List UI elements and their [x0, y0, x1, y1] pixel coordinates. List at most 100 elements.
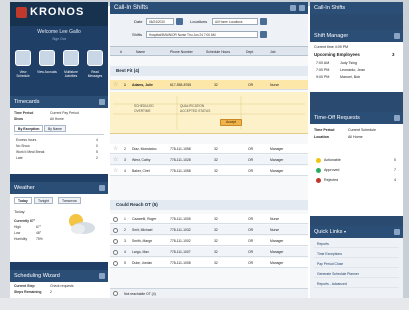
time-period-label: Time Period — [314, 128, 335, 132]
table-row[interactable]: ☆ 4 Baker, Chet 778-111-1058 32 OR Manag… — [110, 166, 308, 176]
show-value[interactable]: All Home — [50, 117, 64, 121]
column-header[interactable]: Job — [270, 50, 275, 54]
quick-links-panel: Reports Time Exceptions Pay Period Close… — [310, 238, 403, 298]
column-header[interactable]: Dept — [246, 50, 253, 54]
list-item-value: 2 — [96, 156, 98, 160]
date-field[interactable]: 06/24/2010 — [146, 18, 174, 25]
employee-name[interactable]: Manuel, Bob — [340, 75, 360, 79]
shift-manager-title: Shift Manager — [314, 33, 349, 39]
quick-link[interactable]: Reports - Advanced — [314, 281, 399, 288]
quick-link[interactable]: Generate Schedule Planner — [314, 271, 399, 278]
tab-by-name[interactable]: By Name — [44, 125, 66, 132]
approved-status-icon — [316, 168, 321, 173]
table-row[interactable]: ☆ 1 Adams, Julie 617-555-8765 32 OR Nurs… — [110, 80, 308, 90]
employee-name[interactable]: Leonardo, Jean — [340, 68, 365, 72]
table-row[interactable]: 3 Smith, Marge 778-111-1002 32 OR Manage… — [110, 236, 308, 246]
panel-options-icon[interactable] — [99, 185, 105, 191]
view-schedule-button[interactable]: View Schedule — [13, 50, 33, 88]
panel-options-icon[interactable] — [394, 115, 400, 121]
time-period-value[interactable]: Current Schedule — [348, 128, 376, 132]
quick-link[interactable]: Reports — [314, 241, 399, 248]
actionable-label[interactable]: Actionable — [324, 158, 341, 162]
table-row[interactable]: ☆ 2 Diaz, Monstatoo 778-111-1058 32 OR M… — [110, 144, 308, 154]
list-item-label[interactable]: Excess hours — [16, 138, 36, 142]
locations-picker-icon[interactable] — [260, 18, 267, 25]
location-value[interactable]: All Home — [348, 135, 363, 139]
table-row[interactable]: ☆ 3 West, Cathy 778-111-1028 32 OR Manag… — [110, 155, 308, 165]
column-header[interactable]: # — [120, 50, 122, 54]
panel-options-icon[interactable] — [394, 229, 400, 235]
tab-by-exception[interactable]: By Exception — [14, 125, 44, 132]
shift-time: 7:00 PM — [316, 68, 330, 72]
current-time: Current time 4:09 PM — [314, 45, 349, 49]
shifts-label: Shifts — [132, 32, 143, 37]
shift-manager-header: Shift Manager — [310, 30, 403, 42]
quick-link[interactable]: Time Exceptions — [314, 251, 399, 258]
shift-time: 7:00 AM — [316, 61, 330, 65]
right-sidebar: Call-In Shifts Shift Manager Current tim… — [310, 2, 403, 298]
approved-label[interactable]: Approved — [324, 168, 339, 172]
chevron-down-icon[interactable]: ▾ — [344, 229, 346, 234]
close-icon[interactable] — [299, 5, 305, 11]
approved-count: 7 — [394, 168, 396, 172]
quick-link[interactable]: Pay Period Close — [314, 261, 399, 268]
select-radio[interactable] — [113, 291, 118, 296]
list-item-value: 0 — [96, 144, 98, 148]
list-item-label[interactable]: No Show — [16, 144, 30, 148]
weather-day: Today — [14, 209, 25, 214]
read-messages-button[interactable]: Read Messages — [85, 50, 105, 88]
panel-options-icon[interactable] — [99, 99, 105, 105]
quick-links-title: Quick Links — [314, 229, 343, 235]
star-icon[interactable]: ☆ — [113, 157, 119, 163]
refresh-icon[interactable] — [290, 5, 296, 11]
weather-value: 75% — [36, 237, 43, 241]
table-row[interactable]: 5 Duke, Jordan 778-111-1008 32 OR Manage… — [110, 258, 308, 268]
shifts-select[interactable]: Hospital/4MAIN/OR Nurse Thu Jun 24 7:00 … — [146, 31, 258, 38]
panel-options-icon[interactable] — [99, 273, 105, 279]
time-period-value[interactable]: Current Pay Period — [50, 111, 79, 115]
shift-manager-panel: Current time 4:09 PM Upcoming Employees … — [310, 42, 403, 92]
column-header[interactable]: Name — [136, 50, 145, 54]
multistore-activities-button[interactable]: Multistore Activities — [61, 50, 81, 88]
star-icon[interactable]: ☆ — [113, 146, 119, 152]
column-header[interactable]: Schedule Hours — [206, 50, 230, 54]
accept-button[interactable]: Accept — [220, 119, 242, 126]
timecards-title: Timecards — [14, 99, 40, 105]
column-header[interactable]: Phone Number — [170, 50, 193, 54]
star-icon[interactable]: ☆ — [113, 168, 119, 174]
table-row[interactable]: 4 Largo, Max 778-111-1007 32 OR Manager — [110, 247, 308, 257]
timecards-header: Timecards — [10, 96, 108, 108]
sign-out-link[interactable]: Sign Out — [10, 37, 108, 41]
actionable-status-icon — [316, 158, 321, 163]
tab-today[interactable]: Today — [14, 197, 32, 204]
not-reachable-group[interactable]: Not reachable OT (4) — [124, 292, 156, 296]
best-fit-group-title: Best Fit (4) — [110, 66, 308, 76]
select-radio[interactable] — [113, 228, 118, 233]
window-frame-left — [0, 0, 10, 310]
calendar-icon[interactable] — [176, 18, 183, 25]
view-accruals-button[interactable]: View Accruals — [37, 50, 57, 88]
list-item-label[interactable]: Work'd Meal Break — [16, 150, 44, 154]
tab-tomorrow[interactable]: Tomorrow — [58, 197, 81, 204]
list-item-label[interactable]: Late — [16, 156, 23, 160]
select-radio[interactable] — [113, 239, 118, 244]
left-sidebar: KRONOS Welcome Lee Gallo Sign Out View S… — [10, 2, 108, 298]
weather-label: Humidity — [14, 237, 28, 241]
chevron-down-icon[interactable] — [260, 31, 267, 38]
select-radio[interactable] — [113, 217, 118, 222]
star-icon[interactable]: ☆ — [113, 82, 119, 88]
tab-tonight[interactable]: Tonight — [34, 197, 53, 204]
table-row[interactable]: 1 Cazarelli, Roger 778-111-1005 32 OR Nu… — [110, 214, 308, 224]
select-radio[interactable] — [113, 261, 118, 266]
table-header: # Name Phone Number Schedule Hours Dept … — [110, 46, 308, 56]
employee-name[interactable]: Judy Tsing — [340, 61, 357, 65]
locations-select[interactable]: All Home Locations — [212, 18, 258, 25]
rejected-label[interactable]: Rejected — [324, 178, 338, 182]
panel-options-icon[interactable] — [394, 33, 400, 39]
partly-cloudy-icon — [69, 214, 95, 234]
current-step-value[interactable]: Check requests — [50, 284, 74, 288]
detail-label: OVERTIME — [134, 109, 151, 113]
schedule-grid — [113, 96, 305, 130]
table-row[interactable]: 2 Smit, Michael 778-111-1032 32 OR Nurse — [110, 225, 308, 235]
select-radio[interactable] — [113, 250, 118, 255]
